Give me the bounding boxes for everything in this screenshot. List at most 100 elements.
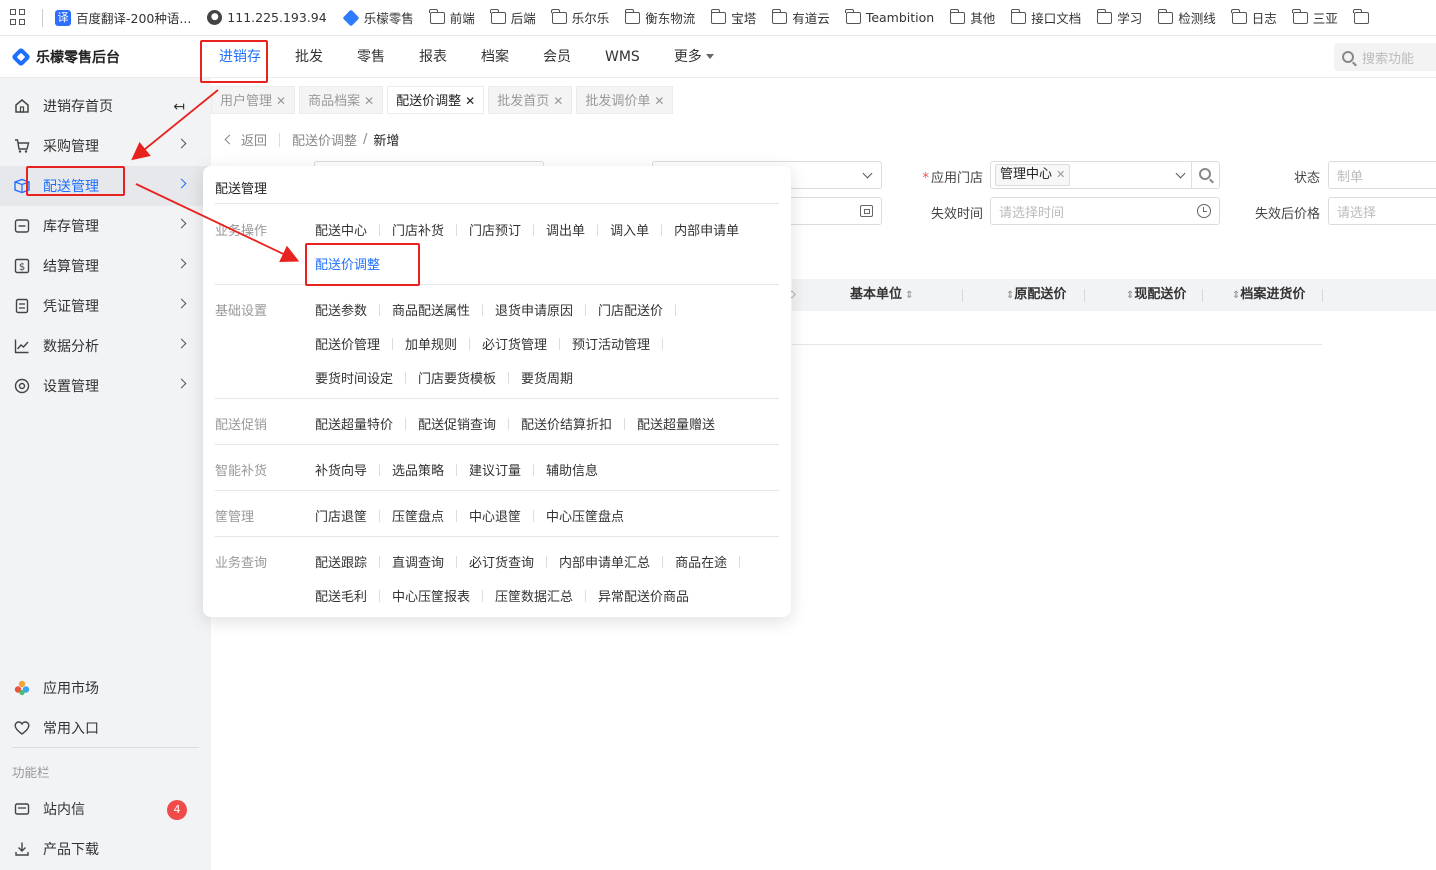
menu-item[interactable]: 压筐数据汇总 (495, 586, 573, 605)
menu-item[interactable]: 要货时间设定 (315, 368, 393, 387)
sidebar-item-settlement[interactable]: $ 结算管理 (0, 246, 211, 286)
menu-item[interactable]: 配送跟踪 (315, 552, 367, 571)
bookmark-folder[interactable]: 日志 (1231, 8, 1277, 27)
nav-item-huiyuan[interactable]: 会员 (526, 37, 588, 78)
menu-item[interactable]: 中心压筐盘点 (546, 506, 624, 525)
bookmark-folder[interactable]: 乐尔乐 (551, 8, 609, 27)
tab-product-archive[interactable]: 商品档案 ✕ (299, 86, 384, 114)
bookmark-folder[interactable]: 学习 (1096, 8, 1142, 27)
column-header-old-price[interactable]: ⇕原配送价 (1006, 279, 1066, 311)
sidebar-item-settings[interactable]: 设置管理 (0, 366, 211, 406)
menu-item[interactable]: 必订货管理 (482, 334, 547, 353)
column-header-new-price[interactable]: ⇕现配送价 (1126, 279, 1186, 311)
tab-wholesale-price-adjust[interactable]: 批发调价单 ✕ (576, 86, 674, 114)
bookmark-folder[interactable]: Teambition (845, 8, 934, 25)
menu-item[interactable]: 配送价结算折扣 (521, 414, 612, 433)
menu-item[interactable]: 直调查询 (392, 552, 444, 571)
nav-item-jinxiaocun[interactable]: 进销存 (202, 37, 278, 78)
menu-item[interactable]: 配送参数 (315, 300, 367, 319)
bookmark-folder[interactable]: 接口文档 (1010, 8, 1081, 27)
nav-item-dangan[interactable]: 档案 (464, 37, 526, 78)
bookmark-item[interactable]: ● 111.225.193.94 (207, 10, 327, 25)
menu-item[interactable]: 门店要货模板 (418, 368, 496, 387)
column-header-archive-price[interactable]: ⇕档案进货价 (1232, 279, 1305, 311)
menu-item[interactable]: 选品策略 (392, 460, 444, 479)
close-icon[interactable]: ✕ (276, 94, 286, 108)
close-icon[interactable]: ✕ (553, 94, 563, 108)
after-price-select[interactable]: 请选择 (1328, 197, 1436, 225)
menu-item[interactable]: 配送毛利 (315, 586, 367, 605)
menu-item[interactable]: 预订活动管理 (572, 334, 650, 353)
menu-item[interactable]: 补货向导 (315, 460, 367, 479)
menu-item[interactable]: 中心退筐 (469, 506, 521, 525)
sidebar-item-analytics[interactable]: 数据分析 (0, 326, 211, 366)
tab-wholesale-home[interactable]: 批发首页 ✕ (488, 86, 573, 114)
menu-item[interactable]: 配送价管理 (315, 334, 380, 353)
menu-item[interactable]: 门店预订 (469, 220, 521, 239)
nav-item-pifa[interactable]: 批发 (278, 37, 340, 78)
menu-item[interactable]: 门店配送价 (598, 300, 663, 319)
sidebar-item-favorites[interactable]: 常用入口 (0, 708, 211, 748)
menu-item[interactable]: 内部申请单汇总 (559, 552, 650, 571)
sidebar-item-messages[interactable]: 站内信 4 (0, 789, 211, 829)
sidebar-item-download[interactable]: 产品下载 (0, 829, 211, 869)
app-logo[interactable]: 乐檬零售后台 (0, 47, 200, 67)
bookmark-folder[interactable]: 检测线 (1157, 8, 1216, 27)
menu-item[interactable]: 配送超量赠送 (637, 414, 715, 433)
sidebar-item-purchase[interactable]: 采购管理 (0, 126, 211, 166)
tag-close-icon[interactable]: ✕ (1056, 168, 1065, 181)
bookmark-folder[interactable]: 三亚 (1292, 8, 1338, 27)
bookmark-item[interactable]: 乐檬零售 (342, 8, 414, 27)
nav-item-lingshou[interactable]: 零售 (340, 37, 402, 78)
sidebar-item-inventory[interactable]: 库存管理 (0, 206, 211, 246)
menu-item-delivery-price-adjust[interactable]: 配送价调整 (315, 254, 380, 273)
bookmark-folder[interactable]: 衡东物流 (624, 8, 695, 27)
menu-item[interactable]: 建议订量 (469, 460, 521, 479)
menu-item[interactable]: 辅助信息 (546, 460, 598, 479)
menu-item[interactable]: 门店退筐 (315, 506, 367, 525)
sidebar-item-voucher[interactable]: 凭证管理 (0, 286, 211, 326)
menu-item[interactable]: 配送促销查询 (418, 414, 496, 433)
bookmark-folder[interactable]: 其他 (949, 8, 995, 27)
apps-grid-icon[interactable] (10, 8, 28, 27)
bookmark-item[interactable]: 译百度翻译-200种语... (55, 8, 191, 27)
sidebar-item-delivery[interactable]: 配送管理 (0, 166, 211, 206)
function-search-input[interactable]: 搜索功能 (1334, 43, 1436, 71)
nav-item-more[interactable]: 更多 (657, 37, 731, 78)
close-icon[interactable]: ✕ (364, 94, 374, 108)
menu-item[interactable]: 必订货查询 (469, 552, 534, 571)
bookmark-folder-more[interactable] (1353, 8, 1374, 24)
nav-item-baobiao[interactable]: 报表 (402, 37, 464, 78)
menu-item[interactable]: 配送中心 (315, 220, 367, 239)
tab-user-management[interactable]: 用户管理 ✕ (211, 86, 296, 114)
menu-item[interactable]: 门店补货 (392, 220, 444, 239)
menu-item[interactable]: 异常配送价商品 (598, 586, 689, 605)
close-icon[interactable]: ✕ (654, 94, 664, 108)
bookmark-folder[interactable]: 后端 (490, 8, 536, 27)
nav-item-wms[interactable]: WMS (588, 37, 657, 78)
tab-delivery-price-adjust[interactable]: 配送价调整 ✕ (387, 86, 485, 114)
menu-item[interactable]: 中心压筐报表 (392, 586, 470, 605)
store-select[interactable]: 管理中心 ✕ (990, 161, 1220, 189)
menu-item[interactable]: 调出单 (546, 220, 585, 239)
menu-item[interactable]: 商品配送属性 (392, 300, 470, 319)
menu-item[interactable]: 压筐盘点 (392, 506, 444, 525)
chevron-left-icon[interactable] (224, 134, 235, 145)
menu-item[interactable]: 商品在途 (675, 552, 727, 571)
expire-time-input[interactable]: 请选择时间 (990, 197, 1220, 225)
menu-item[interactable]: 调入单 (610, 220, 649, 239)
collapse-sidebar-icon[interactable]: ↤ (173, 99, 185, 115)
close-icon[interactable]: ✕ (465, 94, 475, 108)
bookmark-folder[interactable]: 宝塔 (710, 8, 756, 27)
menu-item[interactable]: 内部申请单 (674, 220, 739, 239)
back-link[interactable]: 返回 (241, 130, 267, 149)
menu-item[interactable]: 配送超量特价 (315, 414, 393, 433)
bookmark-folder[interactable]: 有道云 (771, 8, 830, 27)
sidebar-item-app-market[interactable]: 应用市场 (0, 668, 211, 708)
menu-item[interactable]: 退货申请原因 (495, 300, 573, 319)
menu-item[interactable]: 要货周期 (521, 368, 573, 387)
breadcrumb-parent[interactable]: 配送价调整 (292, 130, 357, 149)
bookmark-folder[interactable]: 前端 (429, 8, 475, 27)
sidebar-item-home[interactable]: 进销存首页 ↤ (0, 86, 211, 126)
menu-item[interactable]: 加单规则 (405, 334, 457, 353)
